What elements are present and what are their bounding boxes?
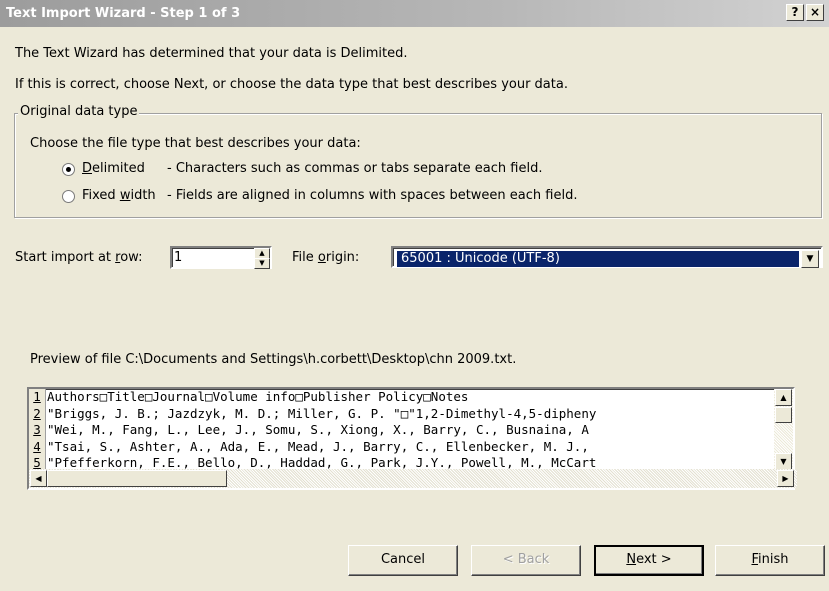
row-text: Authors□Title□Journal□Volume info□Publis… [47, 389, 469, 404]
radio-button[interactable] [62, 163, 75, 176]
preview-rows: 1 Authors□Title□Journal□Volume info□Publi… [29, 389, 774, 470]
vertical-scrollbar[interactable]: ▲ ▼ [774, 389, 793, 470]
row-text: "Briggs, J. B.; Jazdzyk, M. D.; Miller, … [47, 405, 597, 421]
start-row-input[interactable]: 1 [174, 250, 182, 265]
radio-fixed-width-description: - Fields are aligned in columns with spa… [167, 188, 578, 203]
radio-selected-dot [66, 167, 71, 172]
file-origin-dropdown[interactable]: 65001 : Unicode (UTF-8) ▼ [391, 246, 823, 268]
radio-fixed-width-label[interactable]: Fixed width [82, 188, 156, 203]
scroll-down-icon[interactable]: ▼ [775, 453, 792, 470]
preview-row: 5 "Pfefferkorn, F.E., Bello, D., Haddad, … [29, 455, 774, 470]
chevron-down-icon[interactable]: ▼ [801, 250, 819, 268]
row-number: 5 [29, 455, 46, 470]
close-button[interactable]: × [806, 4, 824, 21]
finish-button[interactable]: Finish [715, 545, 825, 576]
radio-delimited-description: - Characters such as commas or tabs sepa… [167, 161, 543, 176]
row-text: "Pfefferkorn, F.E., Bello, D., Haddad, G… [47, 455, 597, 470]
row-text: "Wei, M., Fang, L., Lee, J., Somu, S., X… [47, 422, 589, 437]
next-button[interactable]: Next > [594, 545, 704, 576]
group-legend: Original data type [18, 104, 140, 119]
scroll-right-icon[interactable]: ▶ [777, 470, 794, 487]
row-number: 4 [29, 438, 46, 455]
window-title: Text Import Wizard - Step 1 of 3 [6, 6, 241, 21]
radio-button[interactable] [62, 190, 75, 203]
row-text: "Tsai, S., Ashter, A., Ada, E., Mead, J.… [47, 438, 589, 454]
start-row-spinner[interactable]: 1 ▲ ▼ [170, 246, 272, 269]
preview-label: Preview of file C:\Documents and Setting… [30, 352, 517, 367]
scroll-left-icon[interactable]: ◀ [30, 470, 47, 487]
title-bar: Text Import Wizard - Step 1 of 3 ? × [0, 0, 829, 27]
horizontal-scroll-thumb[interactable] [47, 470, 227, 487]
row-number: 3 [29, 422, 46, 439]
preview-row: 2 "Briggs, J. B.; Jazdzyk, M. D.; Miller,… [29, 405, 774, 422]
spin-down-icon[interactable]: ▼ [254, 258, 270, 269]
row-number: 2 [29, 405, 46, 422]
intro-line-2: If this is correct, choose Next, or choo… [15, 77, 568, 92]
file-origin-selected-value[interactable]: 65001 : Unicode (UTF-8) [396, 250, 800, 268]
preview-row: 1 Authors□Title□Journal□Volume info□Publi… [29, 389, 774, 406]
horizontal-scrollbar[interactable]: ◀ ▶ [29, 469, 797, 488]
preview-row: 3 "Wei, M., Fang, L., Lee, J., Somu, S., … [29, 422, 774, 439]
file-origin-label: File origin: [292, 250, 360, 265]
preview-pane[interactable]: 1 Authors□Title□Journal□Volume info□Publi… [27, 387, 797, 490]
file-type-prompt: Choose the file type that best describes… [30, 136, 361, 151]
preview-row: 4 "Tsai, S., Ashter, A., Ada, E., Mead, J… [29, 438, 774, 455]
row-number: 1 [29, 389, 46, 406]
help-button[interactable]: ? [786, 4, 804, 21]
vertical-scroll-thumb[interactable] [775, 407, 792, 423]
start-row-label: Start import at row: [15, 250, 143, 265]
radio-delimited-label[interactable]: Delimited [82, 161, 145, 176]
back-button[interactable]: < Back [471, 545, 581, 576]
intro-line-1: The Text Wizard has determined that your… [15, 46, 408, 61]
cancel-button[interactable]: Cancel [348, 545, 458, 576]
scroll-up-icon[interactable]: ▲ [775, 389, 792, 406]
